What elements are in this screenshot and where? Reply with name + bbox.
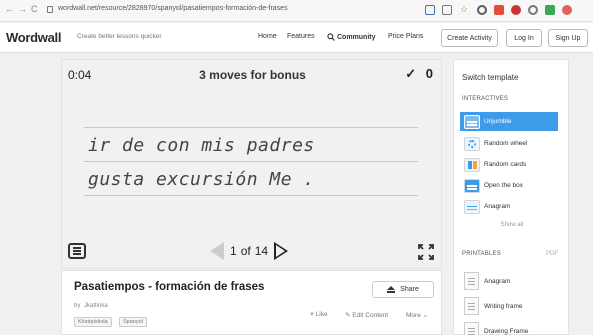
signup-button[interactable]: Sign Up (548, 29, 588, 47)
bonus-text: 3 moves for bonus (199, 68, 306, 82)
printable-label: Writing frame (484, 302, 523, 310)
interactives-label: INTERACTIVES (462, 96, 509, 102)
edit-content-button[interactable]: ✎ Edit Content (345, 311, 388, 319)
nav-features[interactable]: Features (287, 33, 315, 40)
like-button[interactable]: ♥ Like (310, 311, 328, 318)
unjumble-icon (464, 114, 480, 129)
printable-anagram[interactable]: Anagram (460, 271, 558, 291)
address-bar[interactable]: wordwall.net/resource/2828970/spanyol/pa… (58, 5, 288, 12)
extension-pink-icon[interactable] (562, 5, 572, 15)
printable-label: Drawing Frame (484, 327, 529, 335)
checkmark-icon: ✓ (405, 66, 417, 81)
nav-community[interactable]: Community (327, 33, 376, 41)
like-label: Like (315, 311, 328, 318)
forward-arrow-icon[interactable]: → (18, 4, 27, 14)
extension-stop-icon[interactable] (511, 5, 521, 15)
heart-icon: ♥ (310, 311, 314, 318)
show-all-link[interactable]: Show all (454, 222, 570, 228)
previous-arrow-icon[interactable] (210, 242, 224, 260)
tag-level[interactable]: Középiskola (74, 317, 112, 327)
create-activity-button[interactable]: Create Activity (441, 29, 498, 47)
template-random-wheel[interactable]: Random wheel (460, 134, 558, 153)
printable-page-icon (464, 322, 479, 335)
template-sidebar: Switch template INTERACTIVES Unjumble Ra… (453, 59, 569, 335)
ruled-line (84, 127, 418, 128)
fullscreen-icon[interactable] (418, 244, 434, 260)
more-label: More (406, 312, 421, 319)
cards-icon (464, 157, 480, 172)
activity-info-panel: Pasatiempos - formación de frases by Jka… (61, 270, 442, 335)
share-icon (387, 286, 396, 293)
login-button[interactable]: Log In (506, 29, 542, 47)
lock-icon (47, 6, 53, 13)
printable-page-icon (464, 297, 479, 315)
share-label: Share (400, 286, 419, 293)
ruled-line (84, 161, 418, 162)
reader-mode-icon[interactable] (425, 5, 435, 15)
extension-green-icon[interactable] (545, 5, 555, 15)
template-label: Unjumble (484, 118, 512, 125)
page-of-label: of (240, 244, 251, 258)
extension-red-icon[interactable] (494, 5, 504, 15)
ruled-line (84, 195, 418, 196)
next-arrow-icon[interactable] (274, 242, 289, 260)
template-unjumble[interactable]: Unjumble (460, 112, 558, 131)
switch-template-heading: Switch template (462, 73, 519, 82)
chevron-down-icon: ⌄ (422, 312, 429, 319)
nav-home[interactable]: Home (258, 33, 277, 40)
search-icon (327, 33, 335, 41)
printables-label: PRINTABLES (462, 251, 501, 257)
pencil-icon: ✎ (345, 312, 351, 319)
template-anagram[interactable]: Anagram (460, 197, 558, 216)
pdf-label[interactable]: PDF (546, 251, 558, 257)
extension-icon[interactable] (477, 5, 487, 15)
menu-icon[interactable] (68, 243, 86, 259)
template-label: Open the box (484, 182, 524, 189)
score-value: 0 (425, 66, 433, 81)
tag-subject[interactable]: Spanyol (119, 317, 147, 327)
anagram-icon (464, 199, 480, 214)
nav-price-plans[interactable]: Price Plans (388, 33, 423, 40)
sentence-line-2[interactable]: gusta excursión Me . (88, 169, 315, 190)
author-link[interactable]: Jkattinka (84, 303, 108, 309)
reload-icon[interactable]: C (31, 4, 38, 14)
tagline: Create better lessons quicker (77, 33, 162, 40)
wordwall-logo[interactable]: Wordwall (6, 30, 61, 45)
extension-circle-icon[interactable] (528, 5, 538, 15)
printable-writing-frame[interactable]: Writing frame (460, 296, 558, 316)
template-label: Random cards (484, 161, 527, 168)
page-current: 1 (230, 244, 237, 258)
edit-label: Edit Content (352, 312, 389, 319)
template-label: Random wheel (484, 140, 528, 147)
author-line: by Jkattinka (74, 303, 108, 309)
box-icon (464, 178, 480, 193)
nav-community-label: Community (337, 33, 376, 41)
printable-page-icon (464, 272, 479, 290)
game-panel: 0:04 3 moves for bonus ✓ 0 ir de con mis… (61, 59, 442, 269)
activity-title: Pasatiempos - formación de frases (74, 281, 265, 293)
share-button[interactable]: Share (372, 281, 434, 298)
template-open-the-box[interactable]: Open the box (460, 176, 558, 195)
sentence-line-1[interactable]: ir de con mis padres (88, 135, 315, 156)
by-label: by (74, 303, 81, 309)
bookmark-star-icon[interactable]: ☆ (460, 4, 470, 14)
browser-toolbar: ← → C wordwall.net/resource/2828970/span… (0, 0, 593, 22)
wheel-icon (464, 136, 480, 151)
printable-label: Anagram (484, 277, 511, 285)
page-total: 14 (254, 244, 269, 258)
translate-icon[interactable] (442, 5, 452, 15)
site-header: Wordwall Create better lessons quicker H… (0, 23, 593, 53)
back-arrow-icon[interactable]: ← (5, 4, 14, 14)
more-button[interactable]: More ⌄ (406, 311, 428, 319)
template-label: Anagram (484, 203, 511, 210)
pager: 1 of 14 (210, 242, 289, 260)
score: ✓ 0 (405, 66, 433, 82)
template-random-cards[interactable]: Random cards (460, 155, 558, 174)
printable-drawing-frame[interactable]: Drawing Frame (460, 321, 558, 335)
